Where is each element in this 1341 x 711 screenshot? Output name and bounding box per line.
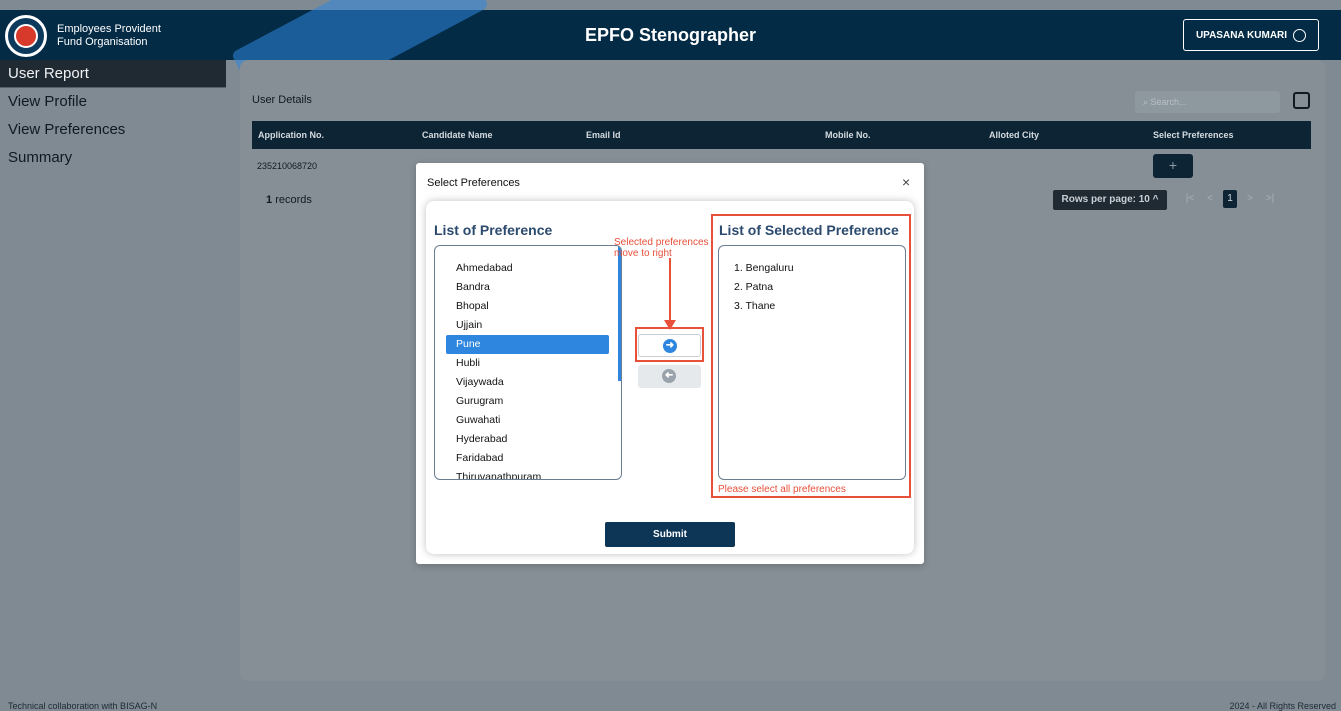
list-item[interactable]: Pune <box>446 335 609 354</box>
list-item[interactable]: Bandra <box>446 278 609 297</box>
list-item[interactable]: Bhopal <box>446 297 609 316</box>
records-count: 1 records <box>266 194 312 206</box>
select-preferences-modal: Select Preferences × List of Preference … <box>416 163 924 564</box>
sidebar-item-view-profile[interactable]: View Profile <box>0 88 226 116</box>
first-page-button[interactable]: |< <box>1183 190 1197 208</box>
column-header-select-preferences[interactable]: Select Preferences <box>1153 130 1234 140</box>
footer: Technical collaboration with BISAG-N 202… <box>0 700 1341 711</box>
selected-item[interactable]: 1. Bengaluru <box>719 259 905 278</box>
list-item[interactable]: Faridabad <box>446 449 609 468</box>
annotation-text: Selected preferences move to right <box>614 237 709 259</box>
list-of-preference-heading: List of Preference <box>434 222 553 238</box>
list-item[interactable]: Ujjain <box>446 316 609 335</box>
selected-item[interactable]: 3. Thane <box>719 297 905 316</box>
list-item[interactable]: Hubli <box>446 354 609 373</box>
list-item[interactable]: Guwahati <box>446 411 609 430</box>
column-header-alloted-city[interactable]: Alloted City <box>989 130 1039 140</box>
arrow-left-icon: ➜ <box>662 369 676 383</box>
user-menu-button[interactable]: UPASANA KUMARI <box>1183 19 1319 51</box>
search-placeholder: Search... <box>1150 97 1187 107</box>
column-header-mobile-no[interactable]: Mobile No. <box>825 130 871 140</box>
selected-item[interactable]: 2. Patna <box>719 278 905 297</box>
available-preferences-list[interactable]: Ahmedabad Bandra Bhopal Ujjain Pune Hubli Vija… <box>434 245 622 480</box>
next-page-button[interactable]: > <box>1243 190 1257 208</box>
validation-error: Please select all preferences <box>718 484 846 495</box>
annotation-arrow <box>669 258 671 324</box>
list-item[interactable]: Hyderabad <box>446 430 609 449</box>
sidebar-item-view-preferences[interactable]: View Preferences <box>0 116 226 144</box>
selected-preferences-list[interactable]: 1. Bengaluru 2. Patna 3. Thane <box>718 245 906 480</box>
column-header-candidate-name[interactable]: Candidate Name <box>422 130 493 140</box>
move-right-button[interactable]: ➜ <box>638 334 701 357</box>
table-row-application-no: 235210068720 <box>257 161 318 171</box>
list-item[interactable]: Ahmedabad <box>446 259 609 278</box>
add-preferences-button[interactable]: + <box>1153 154 1193 178</box>
list-item[interactable]: Thiruvanathpuram <box>446 468 609 479</box>
app-header: Employees Provident Fund Organisation EP… <box>0 10 1341 60</box>
last-page-button[interactable]: >| <box>1263 190 1277 208</box>
list-scrollbar[interactable] <box>618 246 621 381</box>
list-item[interactable]: Vijaywada <box>446 373 609 392</box>
close-icon[interactable]: × <box>902 174 910 190</box>
footer-copyright: 2024 - All Rights Reserved <box>1229 701 1336 711</box>
move-left-button[interactable]: ➜ <box>638 365 701 388</box>
table-header: Application No. Candidate Name Email Id … <box>252 121 1311 149</box>
column-header-email-id[interactable]: Email Id <box>586 130 621 140</box>
sidebar-item-user-report[interactable]: User Report <box>0 60 226 88</box>
prev-page-button[interactable]: < <box>1203 190 1217 208</box>
submit-button[interactable]: Submit <box>605 522 735 547</box>
footer-credit: Technical collaboration with BISAG-N <box>8 701 158 711</box>
preferences-panel: List of Preference Ahmedabad Bandra Bhopal… <box>426 201 914 554</box>
search-icon: ⌕ <box>1143 97 1151 107</box>
rows-per-page-select[interactable]: Rows per page: 10 ^ <box>1053 190 1167 210</box>
pagination: |< < 1 > >| <box>1183 190 1277 208</box>
search-input[interactable]: ⌕ Search... <box>1135 91 1280 113</box>
sidebar: User Report View Profile View Preference… <box>0 60 226 700</box>
column-header-application-no[interactable]: Application No. <box>258 130 324 140</box>
list-of-selected-preference-heading: List of Selected Preference <box>719 222 899 238</box>
list-item[interactable]: Gurugram <box>446 392 609 411</box>
card-title: User Details <box>252 94 312 106</box>
arrow-right-icon: ➜ <box>663 339 677 353</box>
page-1-button[interactable]: 1 <box>1223 190 1237 208</box>
modal-title: Select Preferences <box>427 177 520 189</box>
app-title: EPFO Stenographer <box>584 25 757 45</box>
user-account-icon <box>1293 28 1307 42</box>
column-toggle-icon[interactable] <box>1293 92 1310 109</box>
sidebar-item-summary[interactable]: Summary <box>0 144 226 172</box>
user-name: UPASANA KUMARI <box>1195 29 1288 41</box>
